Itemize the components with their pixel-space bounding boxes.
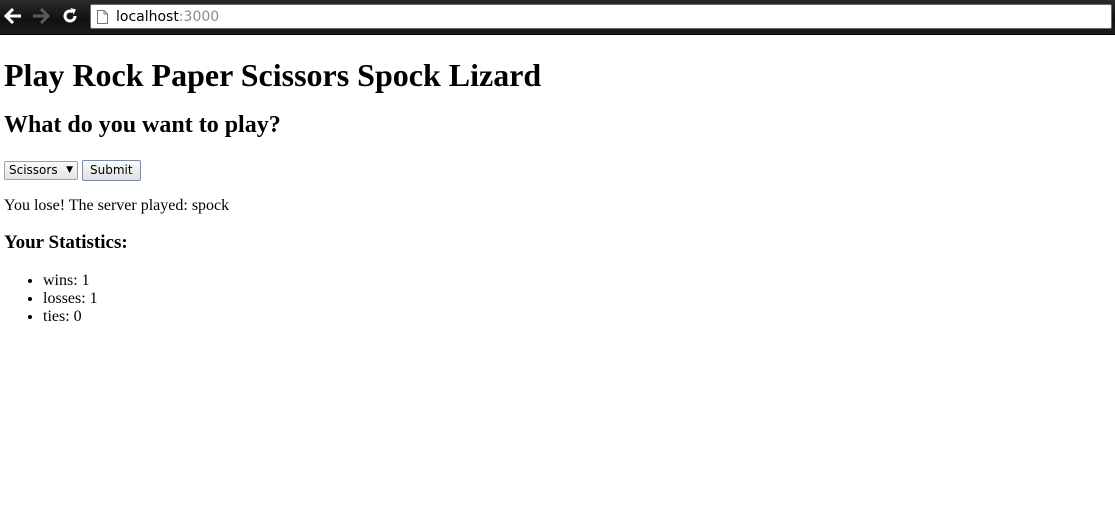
reload-icon xyxy=(63,8,77,23)
submit-button[interactable]: Submit xyxy=(82,159,141,181)
url-port: :3000 xyxy=(178,8,220,25)
move-select[interactable]: Scissors ▼ xyxy=(4,160,78,180)
forward-button[interactable] xyxy=(30,4,52,28)
url-host: localhost xyxy=(116,8,179,25)
stats-list: wins: 1 losses: 1 ties: 0 xyxy=(4,272,1104,326)
stat-losses: losses: 1 xyxy=(43,290,1104,308)
address-bar[interactable]: localhost:3000 xyxy=(90,4,1112,29)
stat-wins: wins: 1 xyxy=(43,272,1104,290)
page-icon xyxy=(97,9,108,24)
page-content: Play Rock Paper Scissors Spock Lizard Wh… xyxy=(4,36,1104,326)
reload-button[interactable] xyxy=(59,4,81,28)
arrow-left-icon xyxy=(4,8,21,24)
stat-ties: ties: 0 xyxy=(43,308,1104,326)
stats-heading: Your Statistics: xyxy=(4,232,128,253)
play-prompt: What do you want to play? xyxy=(4,112,281,138)
dropdown-arrow-icon: ▼ xyxy=(66,165,73,175)
browser-toolbar: localhost:3000 xyxy=(0,0,1115,35)
page-title: Play Rock Paper Scissors Spock Lizard xyxy=(4,57,542,93)
arrow-right-icon xyxy=(33,8,50,24)
play-form: Scissors ▼ Submit xyxy=(4,158,1104,182)
result-message: You lose! The server played: spock xyxy=(4,197,230,214)
back-button[interactable] xyxy=(2,4,24,28)
move-select-value: Scissors xyxy=(9,163,58,177)
